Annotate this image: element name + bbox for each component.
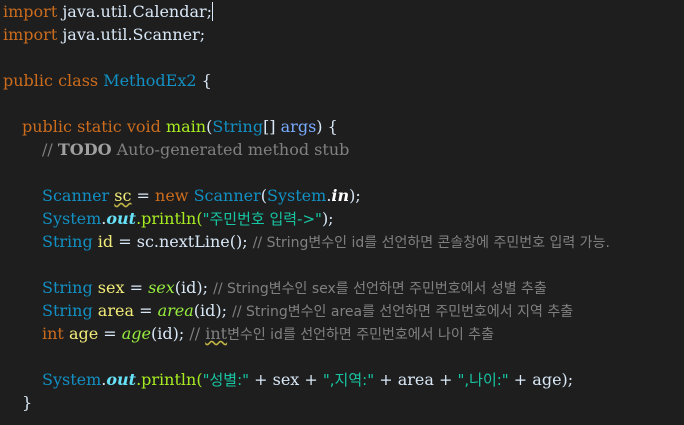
var-sex: sex [97, 278, 125, 297]
code-line-17: System.out.println("성별:" + sex + ",지역:" … [42, 368, 573, 391]
import-package: java.util.Calendar; [57, 2, 213, 21]
assign-nextline: = sc.nextLine(); [113, 232, 253, 251]
class-name: MethodEx2 [103, 71, 197, 90]
line-comment: // String변수인 id를 선언하면 콘솔창에 주민번호 입력 가능. [252, 235, 610, 251]
assign: = [98, 324, 122, 343]
paren-close: ); [321, 209, 334, 228]
class-system: System [42, 209, 102, 228]
call-args: (id); [151, 324, 190, 343]
code-editor[interactable]: import java.util.Calendar; import java.u… [0, 0, 684, 425]
class-scanner: Scanner [193, 186, 261, 205]
keyword-new: new [155, 186, 194, 205]
code-line-15: int age = age(id); // int변수인 id를 선언하면 주민… [42, 322, 494, 345]
class-system: System [267, 186, 327, 205]
type-string: String [42, 301, 98, 320]
code-line-14: String area = area(id); // String변수인 are… [42, 299, 573, 322]
code-line-7: // TODO Auto-generated method stub [42, 138, 349, 161]
class-brace: { [196, 71, 212, 90]
call-args: (id); [174, 278, 214, 297]
code-line-2: import java.util.Scanner; [3, 23, 205, 46]
field-out: out [106, 209, 137, 228]
method-println: .println( [136, 209, 203, 228]
array-brackets: [] [263, 117, 281, 136]
comment-int: int [205, 324, 228, 343]
type-string: String [42, 232, 98, 251]
code-line-11: String id = sc.nextLine(); // String변수인 … [42, 230, 610, 253]
keyword-public-static-void: public static void [22, 117, 166, 136]
param-args: args [280, 117, 317, 136]
keyword-public-class: public class [3, 71, 104, 90]
line-comment: // String변수인 area를 선언하면 주민번호에서 지역 추출 [232, 304, 574, 320]
string-literal: ",나이:" [457, 371, 509, 389]
todo-tag: TODO [57, 140, 112, 159]
concat-close: + age); [508, 370, 574, 389]
comment-prefix: // [189, 324, 206, 343]
close-brace: } [22, 393, 33, 412]
todo-comment: Auto-generated method stub [111, 140, 350, 159]
code-line-13: String sex = sex(id); // String변수인 sex를 … [42, 276, 547, 299]
var-id: id [97, 232, 114, 251]
method-main: main [165, 117, 207, 136]
code-line-4: public class MethodEx2 { [3, 69, 212, 92]
line-comment: // String변수인 sex를 선언하면 주민번호에서 성별 추출 [213, 281, 547, 297]
code-line-10: System.out.println("주민번호 입력->"); [42, 207, 334, 230]
keyword-int: int [42, 324, 69, 343]
assign: = [134, 301, 158, 320]
code-line-1: import java.util.Calendar; [3, 0, 212, 23]
string-literal: "성별:" [202, 371, 250, 389]
field-in: in [331, 186, 350, 205]
code-line-6: public static void main(String[] args) { [22, 115, 338, 138]
call-age: age [121, 324, 152, 343]
concat: + sex + [249, 370, 323, 389]
call-sex: sex [148, 278, 175, 297]
text-cursor [212, 2, 213, 21]
assign: = [124, 278, 149, 297]
string-literal: ",지역:" [322, 371, 375, 389]
var-age: age [68, 324, 99, 343]
string-literal: "주민번호 입력->" [202, 210, 322, 228]
line-comment: 변수인 id를 선언하면 주민번호에서 나이 추출 [227, 327, 494, 343]
code-line-18: } [22, 391, 32, 414]
paren-close: ); [349, 186, 361, 205]
call-args: (id); [193, 301, 233, 320]
paren-close-brace: ) { [316, 117, 338, 136]
method-println: .println( [136, 370, 203, 389]
import-package: java.util.Scanner; [57, 25, 206, 44]
call-area: area [157, 301, 194, 320]
comment-prefix: // [42, 140, 58, 159]
class-system: System [42, 370, 102, 389]
concat: + area + [374, 370, 458, 389]
keyword-import: import [3, 2, 58, 21]
type-scanner: Scanner [42, 186, 115, 205]
var-sc: sc [114, 186, 132, 205]
type-string: String [212, 117, 264, 136]
field-out: out [106, 370, 137, 389]
assign: = [131, 186, 156, 205]
type-string: String [42, 278, 98, 297]
var-area: area [97, 301, 134, 320]
keyword-import: import [3, 25, 58, 44]
code-line-9: Scanner sc = new Scanner(System.in); [42, 184, 361, 207]
